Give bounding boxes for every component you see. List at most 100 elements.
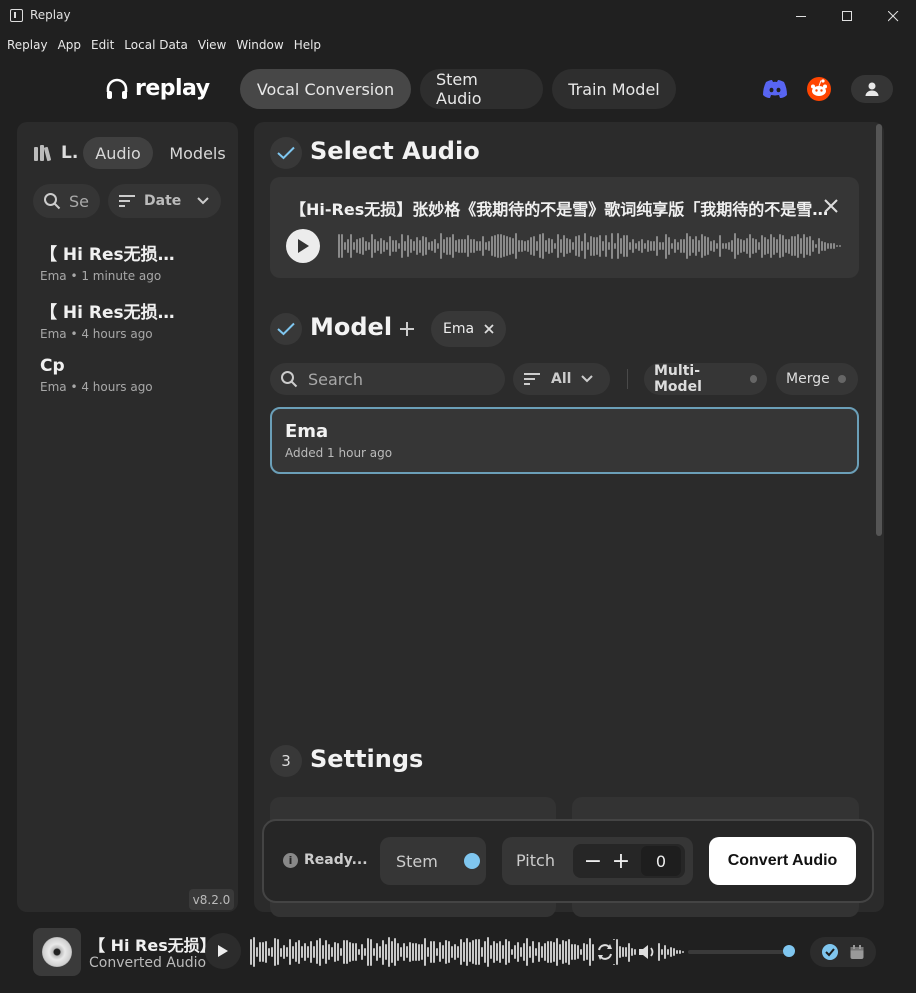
- waveform-bar: [578, 234, 580, 258]
- waveform-bar: [511, 948, 513, 956]
- convert-audio-button[interactable]: Convert Audio: [709, 837, 856, 885]
- waveform-bar: [818, 237, 820, 255]
- audio-waveform[interactable]: [338, 231, 841, 261]
- waveform-bar: [662, 241, 664, 251]
- menu-help[interactable]: Help: [294, 38, 321, 52]
- profile-button[interactable]: [851, 75, 893, 103]
- waveform-bar: [361, 943, 363, 961]
- model-card-ema[interactable]: Ema Added 1 hour ago: [270, 407, 859, 474]
- waveform-bar: [746, 238, 748, 254]
- sidebar-audio-item[interactable]: 【 Hi Res无损】张妙格 Ema • 1 minute ago: [40, 240, 230, 283]
- waveform-bar: [545, 239, 547, 253]
- waveform-bar: [439, 942, 441, 962]
- calendar-icon[interactable]: [849, 944, 865, 960]
- waveform-bar: [428, 242, 430, 250]
- sidebar-audio-meta: Ema • 4 hours ago: [40, 327, 153, 341]
- volume-button[interactable]: [636, 940, 658, 964]
- waveform-bar: [572, 242, 574, 250]
- check-icon: [277, 146, 295, 160]
- menu-view[interactable]: View: [198, 38, 226, 52]
- waveform-bar: [776, 238, 778, 254]
- maximize-button[interactable]: [824, 0, 870, 32]
- tab-train-model[interactable]: Train Model: [552, 69, 676, 109]
- waveform-bar: [455, 240, 457, 252]
- step-check-audio: [270, 137, 302, 169]
- stem-toggle[interactable]: Stem: [380, 837, 486, 885]
- waveform-bar: [475, 938, 477, 966]
- waveform-bar: [608, 241, 610, 251]
- waveform-bar: [364, 947, 366, 957]
- main-scrollbar[interactable]: [876, 124, 882, 536]
- sidebar-tab-audio[interactable]: Audio: [83, 137, 153, 169]
- pitch-label: Pitch: [516, 851, 555, 870]
- waveform-bar: [404, 241, 406, 251]
- waveform-bar: [359, 238, 361, 254]
- menu-window[interactable]: Window: [236, 38, 283, 52]
- sidebar-audio-item[interactable]: 【 Hi Res无损】张妙格 Ema • 4 hours ago: [40, 298, 230, 341]
- model-filter-dropdown[interactable]: All: [513, 363, 610, 395]
- waveform-bar: [785, 239, 787, 253]
- tab-vocal-conversion[interactable]: Vocal Conversion: [240, 69, 411, 109]
- waveform-bar: [502, 945, 504, 959]
- waveform-bar: [440, 233, 442, 259]
- waveform-bar: [394, 938, 396, 966]
- waveform-bar: [538, 941, 540, 963]
- sidebar-audio-item[interactable]: Cp Ema • 4 hours ago: [40, 356, 230, 394]
- menu-app[interactable]: App: [58, 38, 81, 52]
- waveform-bar: [629, 242, 631, 250]
- close-icon[interactable]: [484, 324, 494, 334]
- multi-model-toggle[interactable]: Multi-Model: [644, 363, 767, 395]
- waveform-bar: [421, 944, 423, 960]
- player-play-button[interactable]: [205, 933, 241, 969]
- sidebar-sort-dropdown[interactable]: Date: [108, 184, 221, 218]
- check-circle-icon[interactable]: [821, 943, 839, 961]
- volume-slider-track[interactable]: [688, 950, 791, 954]
- menu-local-data[interactable]: Local Data: [124, 38, 188, 52]
- waveform-bar: [562, 939, 564, 965]
- add-model-button[interactable]: [397, 318, 417, 340]
- close-window-button[interactable]: [870, 0, 916, 32]
- waveform-bar: [499, 940, 501, 964]
- pitch-decrement-button[interactable]: −: [581, 848, 605, 874]
- waveform-bar: [593, 236, 595, 256]
- waveform-bar: [521, 239, 523, 253]
- waveform-bar: [481, 947, 483, 957]
- waveform-bar: [602, 241, 604, 251]
- discord-button[interactable]: [760, 75, 790, 103]
- sidebar-search-input[interactable]: Se: [33, 184, 100, 218]
- waveform-bar: [436, 947, 438, 957]
- model-search-input[interactable]: Search: [270, 363, 505, 395]
- reddit-button[interactable]: [804, 75, 834, 103]
- waveform-bar: [524, 241, 526, 251]
- sidebar-tab-models[interactable]: Models: [160, 137, 235, 169]
- waveform-bar: [767, 238, 769, 254]
- selected-model-chip[interactable]: Ema: [431, 311, 506, 347]
- waveform-bar: [380, 238, 382, 254]
- maximize-icon: [841, 10, 852, 21]
- stem-toggle-indicator[interactable]: [463, 853, 480, 869]
- waveform-bar: [401, 234, 403, 258]
- waveform-bar: [583, 942, 585, 962]
- merge-toggle[interactable]: Merge: [776, 363, 858, 395]
- menu-edit[interactable]: Edit: [91, 38, 114, 52]
- pitch-value[interactable]: 0: [641, 846, 681, 876]
- tab-stem-audio[interactable]: Stem Audio: [420, 69, 543, 109]
- remove-audio-button[interactable]: [822, 197, 840, 215]
- pitch-increment-button[interactable]: +: [609, 848, 633, 874]
- waveform-bar: [554, 242, 556, 250]
- player-actions: [810, 937, 876, 967]
- audio-play-button[interactable]: [286, 229, 320, 263]
- menu-replay[interactable]: Replay: [7, 38, 48, 52]
- volume-slider-handle[interactable]: [783, 945, 795, 957]
- waveform-bar: [256, 947, 258, 957]
- minimize-button[interactable]: [778, 0, 824, 32]
- waveform-bar: [434, 239, 436, 253]
- player-waveform[interactable]: [250, 936, 684, 968]
- waveform-bar: [479, 241, 481, 251]
- loop-button[interactable]: [594, 940, 616, 964]
- sort-icon: [524, 373, 540, 385]
- waveform-bar: [542, 233, 544, 259]
- waveform-bar: [374, 239, 376, 253]
- waveform-bar: [353, 241, 355, 251]
- logo: replay: [105, 76, 210, 101]
